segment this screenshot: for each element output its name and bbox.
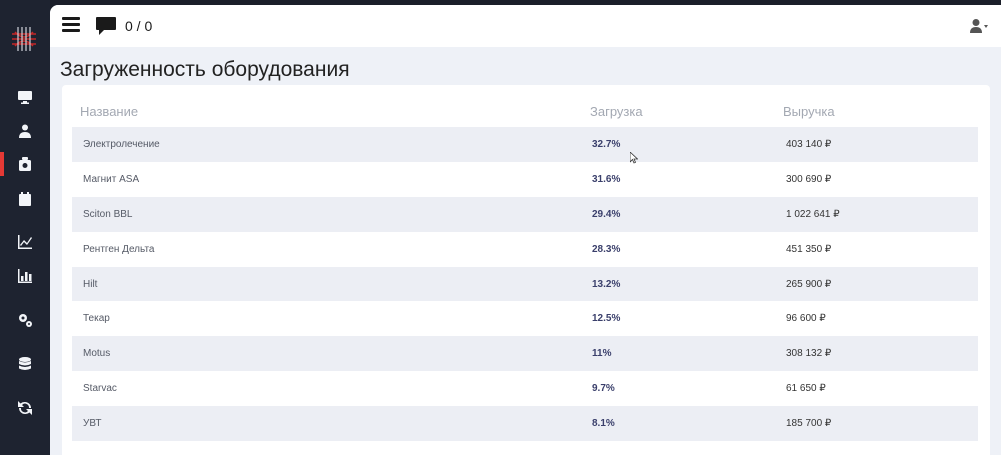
- calendar-icon[interactable]: [13, 187, 37, 211]
- menu-icon[interactable]: [62, 17, 80, 33]
- cell-revenue: 96 600 ₽: [786, 313, 826, 325]
- column-header-revenue[interactable]: Выручка: [783, 104, 835, 119]
- cell-load: 11%: [592, 348, 612, 360]
- mouse-cursor-icon: [629, 151, 639, 164]
- gears-icon[interactable]: [13, 308, 37, 332]
- cell-name: Starvac: [83, 383, 117, 395]
- cell-revenue: 185 700 ₽: [786, 418, 832, 430]
- column-header-load[interactable]: Загрузка: [590, 104, 643, 119]
- table-row[interactable]: Текар 12.5% 96 600 ₽: [72, 301, 978, 336]
- cell-load: 9.7%: [592, 383, 615, 395]
- table-row[interactable]: Sciton BBL 29.4% 1 022 641 ₽: [72, 196, 978, 232]
- table-header: Название Загрузка Выручка: [62, 85, 990, 127]
- table-row[interactable]: Рентген Дельта 28.3% 451 350 ₽: [72, 232, 978, 267]
- equipment-icon[interactable]: [13, 152, 37, 176]
- logo-icon[interactable]: [9, 24, 39, 54]
- cell-revenue: 300 690 ₽: [786, 173, 832, 185]
- column-header-name[interactable]: Название: [80, 104, 138, 119]
- cell-load: 31.6%: [592, 173, 621, 185]
- cell-load: 29.4%: [592, 208, 621, 220]
- equipment-load-table: Название Загрузка Выручка Электролечение…: [62, 85, 990, 455]
- users-icon[interactable]: [13, 119, 37, 143]
- message-counter: 0 / 0: [125, 18, 153, 34]
- cell-revenue: 61 650 ₽: [786, 383, 826, 395]
- topbar: 0 / 0: [50, 5, 1001, 47]
- table-row[interactable]: Hilt 13.2% 265 900 ₽: [72, 266, 978, 302]
- page-title: Загруженность оборудования: [60, 58, 350, 81]
- user-menu-icon[interactable]: [969, 18, 989, 34]
- cell-name: Электролечение: [83, 139, 160, 150]
- monitor-icon[interactable]: [13, 85, 37, 109]
- table-row[interactable]: Электролечение 32.7% 403 140 ₽: [72, 127, 978, 162]
- cell-name: УВТ: [83, 418, 102, 430]
- cell-name: Sciton BBL: [83, 208, 133, 220]
- cell-name: Рентген Дельта: [83, 243, 155, 255]
- sync-icon[interactable]: [13, 396, 37, 420]
- table-row[interactable]: УВТ 8.1% 185 700 ₽: [72, 406, 978, 442]
- table-row[interactable]: Starvac 9.7% 61 650 ₽: [72, 371, 978, 406]
- cell-load: 12.5%: [592, 313, 621, 325]
- active-indicator: [0, 152, 4, 176]
- main-area: 0 / 0 Загруженность оборудования Названи…: [50, 5, 1001, 455]
- cell-name: Текар: [83, 313, 110, 325]
- table-body: Электролечение 32.7% 403 140 ₽ Магнит AS…: [72, 127, 978, 442]
- cell-name: Магнит ASA: [83, 173, 140, 185]
- bar-chart-icon[interactable]: [13, 264, 37, 288]
- cell-load: 32.7%: [592, 139, 621, 150]
- cell-revenue: 451 350 ₽: [786, 243, 832, 255]
- cell-load: 8.1%: [592, 418, 615, 430]
- cell-name: Hilt: [83, 278, 98, 290]
- cell-load: 28.3%: [592, 243, 621, 255]
- sidebar: [0, 0, 50, 455]
- chat-icon[interactable]: [95, 16, 117, 36]
- cell-name: Motus: [83, 348, 111, 360]
- cell-revenue: 265 900 ₽: [786, 278, 832, 290]
- cell-revenue: 403 140 ₽: [786, 139, 832, 150]
- line-chart-icon[interactable]: [13, 230, 37, 254]
- cell-revenue: 1 022 641 ₽: [786, 208, 840, 220]
- table-row[interactable]: Магнит ASA 31.6% 300 690 ₽: [72, 162, 978, 197]
- database-icon[interactable]: [13, 352, 37, 376]
- table-row[interactable]: Motus 11% 308 132 ₽: [72, 336, 978, 372]
- cell-revenue: 308 132 ₽: [786, 348, 832, 360]
- cell-load: 13.2%: [592, 278, 621, 290]
